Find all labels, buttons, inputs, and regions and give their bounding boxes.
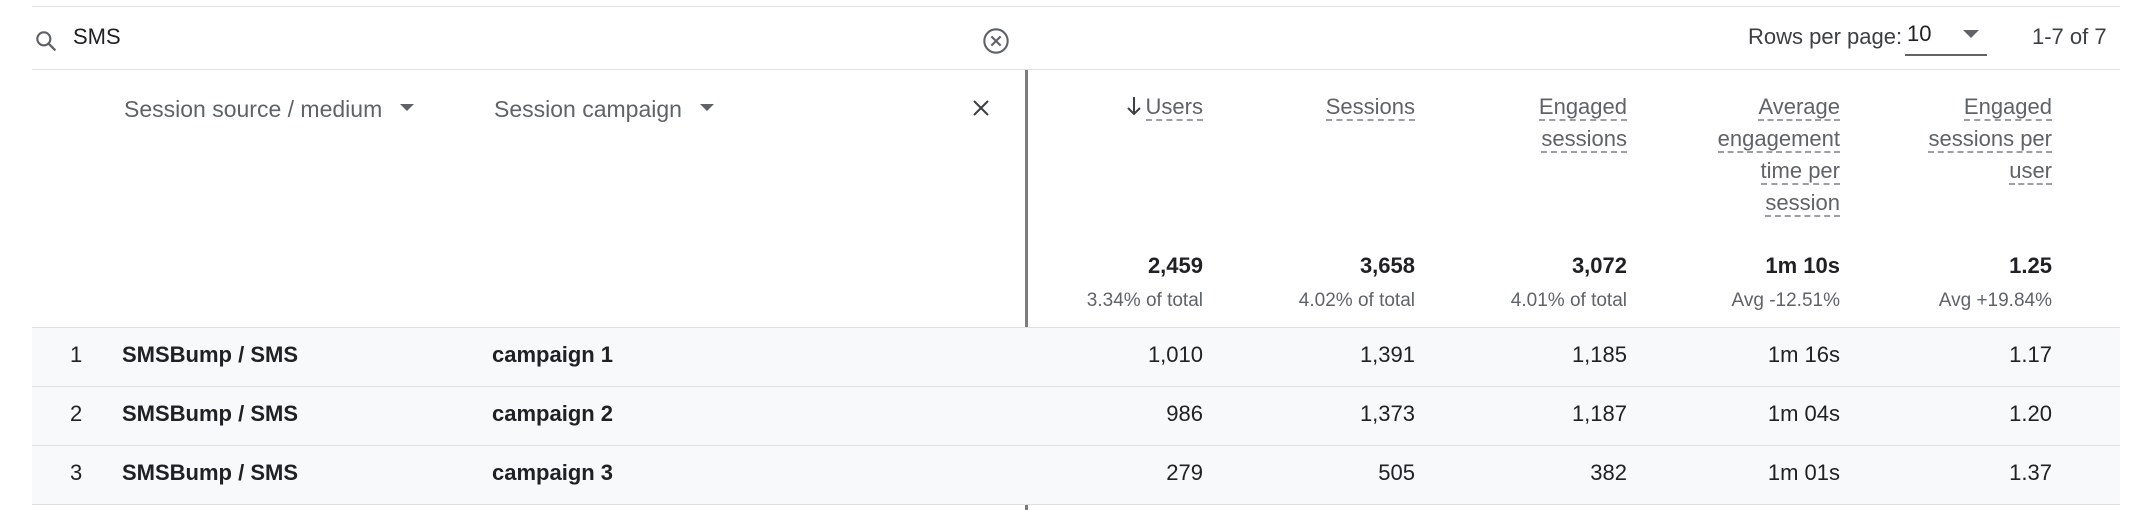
header-label: Engaged [1538,94,1627,121]
header-average-engagement-time[interactable]: Average engagement time per session [1680,91,1840,219]
header-label: sessions [1541,126,1627,153]
row-sessions: 505 [1378,460,1415,485]
row-index: 2 [70,401,83,426]
caret-down-icon [1963,30,1979,38]
total-average-engagement-time: 1m 10s [1765,253,1840,278]
header-label: Sessions [1325,94,1415,121]
rows-per-page-select[interactable]: 10 [1905,18,1987,56]
row-users: 986 [1166,401,1203,426]
search-input[interactable]: SMS [73,24,121,50]
row-sessions: 1,391 [1359,342,1415,367]
header-sessions[interactable]: Sessions [1255,91,1415,123]
row-engaged-sessions: 1,187 [1571,401,1627,426]
header-engaged-sessions[interactable]: Engaged sessions [1467,91,1627,155]
row-campaign: campaign 3 [492,460,614,485]
total-engaged-sessions-share: 4.01% of total [1510,290,1627,311]
row-users: 279 [1166,460,1203,485]
total-sessions: 3,658 [1359,253,1415,278]
row-source-medium: SMSBump / SMS [122,460,299,485]
row-source-medium: SMSBump / SMS [122,401,299,426]
header-label: sessions per [1928,126,2052,153]
row-engaged-per-user: 1.37 [2009,460,2052,485]
table-top-border [32,69,2120,70]
total-sessions-share: 4.02% of total [1298,290,1415,311]
caret-down-icon [400,104,415,112]
total-engaged-sessions-per-user: 1.25 [2009,253,2052,278]
total-average-engagement-delta: Avg -12.51% [1731,290,1840,311]
clear-circle-icon[interactable] [982,27,1010,55]
row-sessions: 1,373 [1359,401,1415,426]
row-engaged-sessions: 1,185 [1571,342,1627,367]
row-average-engagement-time: 1m 04s [1767,401,1840,426]
total-engaged-per-user-delta: Avg +19.84% [1938,290,2052,311]
dimension-header-campaign[interactable]: Session campaign [494,96,714,123]
header-label: Users [1145,94,1203,121]
dimension-header-label: Session campaign [494,96,682,122]
header-label: Engaged [1963,94,2052,121]
header-label: engagement [1717,126,1840,153]
caret-down-icon [699,104,714,112]
rows-per-page-value: 10 [1907,21,1932,46]
table-row[interactable]: 1 SMSBump / SMS campaign 1 1,010 1,391 1… [32,327,2120,386]
top-border [32,6,2120,7]
header-users[interactable]: Users [1063,91,1203,123]
total-users-share: 3.34% of total [1086,290,1203,311]
row-engaged-per-user: 1.20 [2009,401,2052,426]
row-index: 3 [70,460,83,485]
row-source-medium: SMSBump / SMS [122,342,299,367]
row-average-engagement-time: 1m 01s [1767,460,1840,485]
header-engaged-sessions-per-user[interactable]: Engaged sessions per user [1872,91,2052,187]
header-label: session [1765,190,1840,217]
row-users: 1,010 [1147,342,1203,367]
row-engaged-sessions: 382 [1590,460,1627,485]
header-label: user [2009,158,2052,185]
row-average-engagement-time: 1m 16s [1767,342,1840,367]
arrow-down-icon [1126,97,1141,116]
dimension-header-label: Session source / medium [124,96,383,122]
pagination-range: 1-7 of 7 [2032,24,2107,49]
row-engaged-per-user: 1.17 [2009,342,2052,367]
total-engaged-sessions: 3,072 [1571,253,1627,278]
close-icon[interactable] [969,96,993,120]
header-label: Average [1758,94,1840,121]
row-index: 1 [70,342,83,367]
table-row[interactable]: 3 SMSBump / SMS campaign 3 279 505 382 1… [32,445,2120,505]
total-users: 2,459 [1147,253,1203,278]
search-icon [36,31,56,51]
row-campaign: campaign 2 [492,401,614,426]
row-campaign: campaign 1 [492,342,614,367]
header-label: time per [1760,158,1840,185]
rows-per-page-label: Rows per page: [1748,24,1903,49]
table-row[interactable]: 2 SMSBump / SMS campaign 2 986 1,373 1,1… [32,386,2120,445]
dimension-header-source-medium[interactable]: Session source / medium [124,96,415,123]
